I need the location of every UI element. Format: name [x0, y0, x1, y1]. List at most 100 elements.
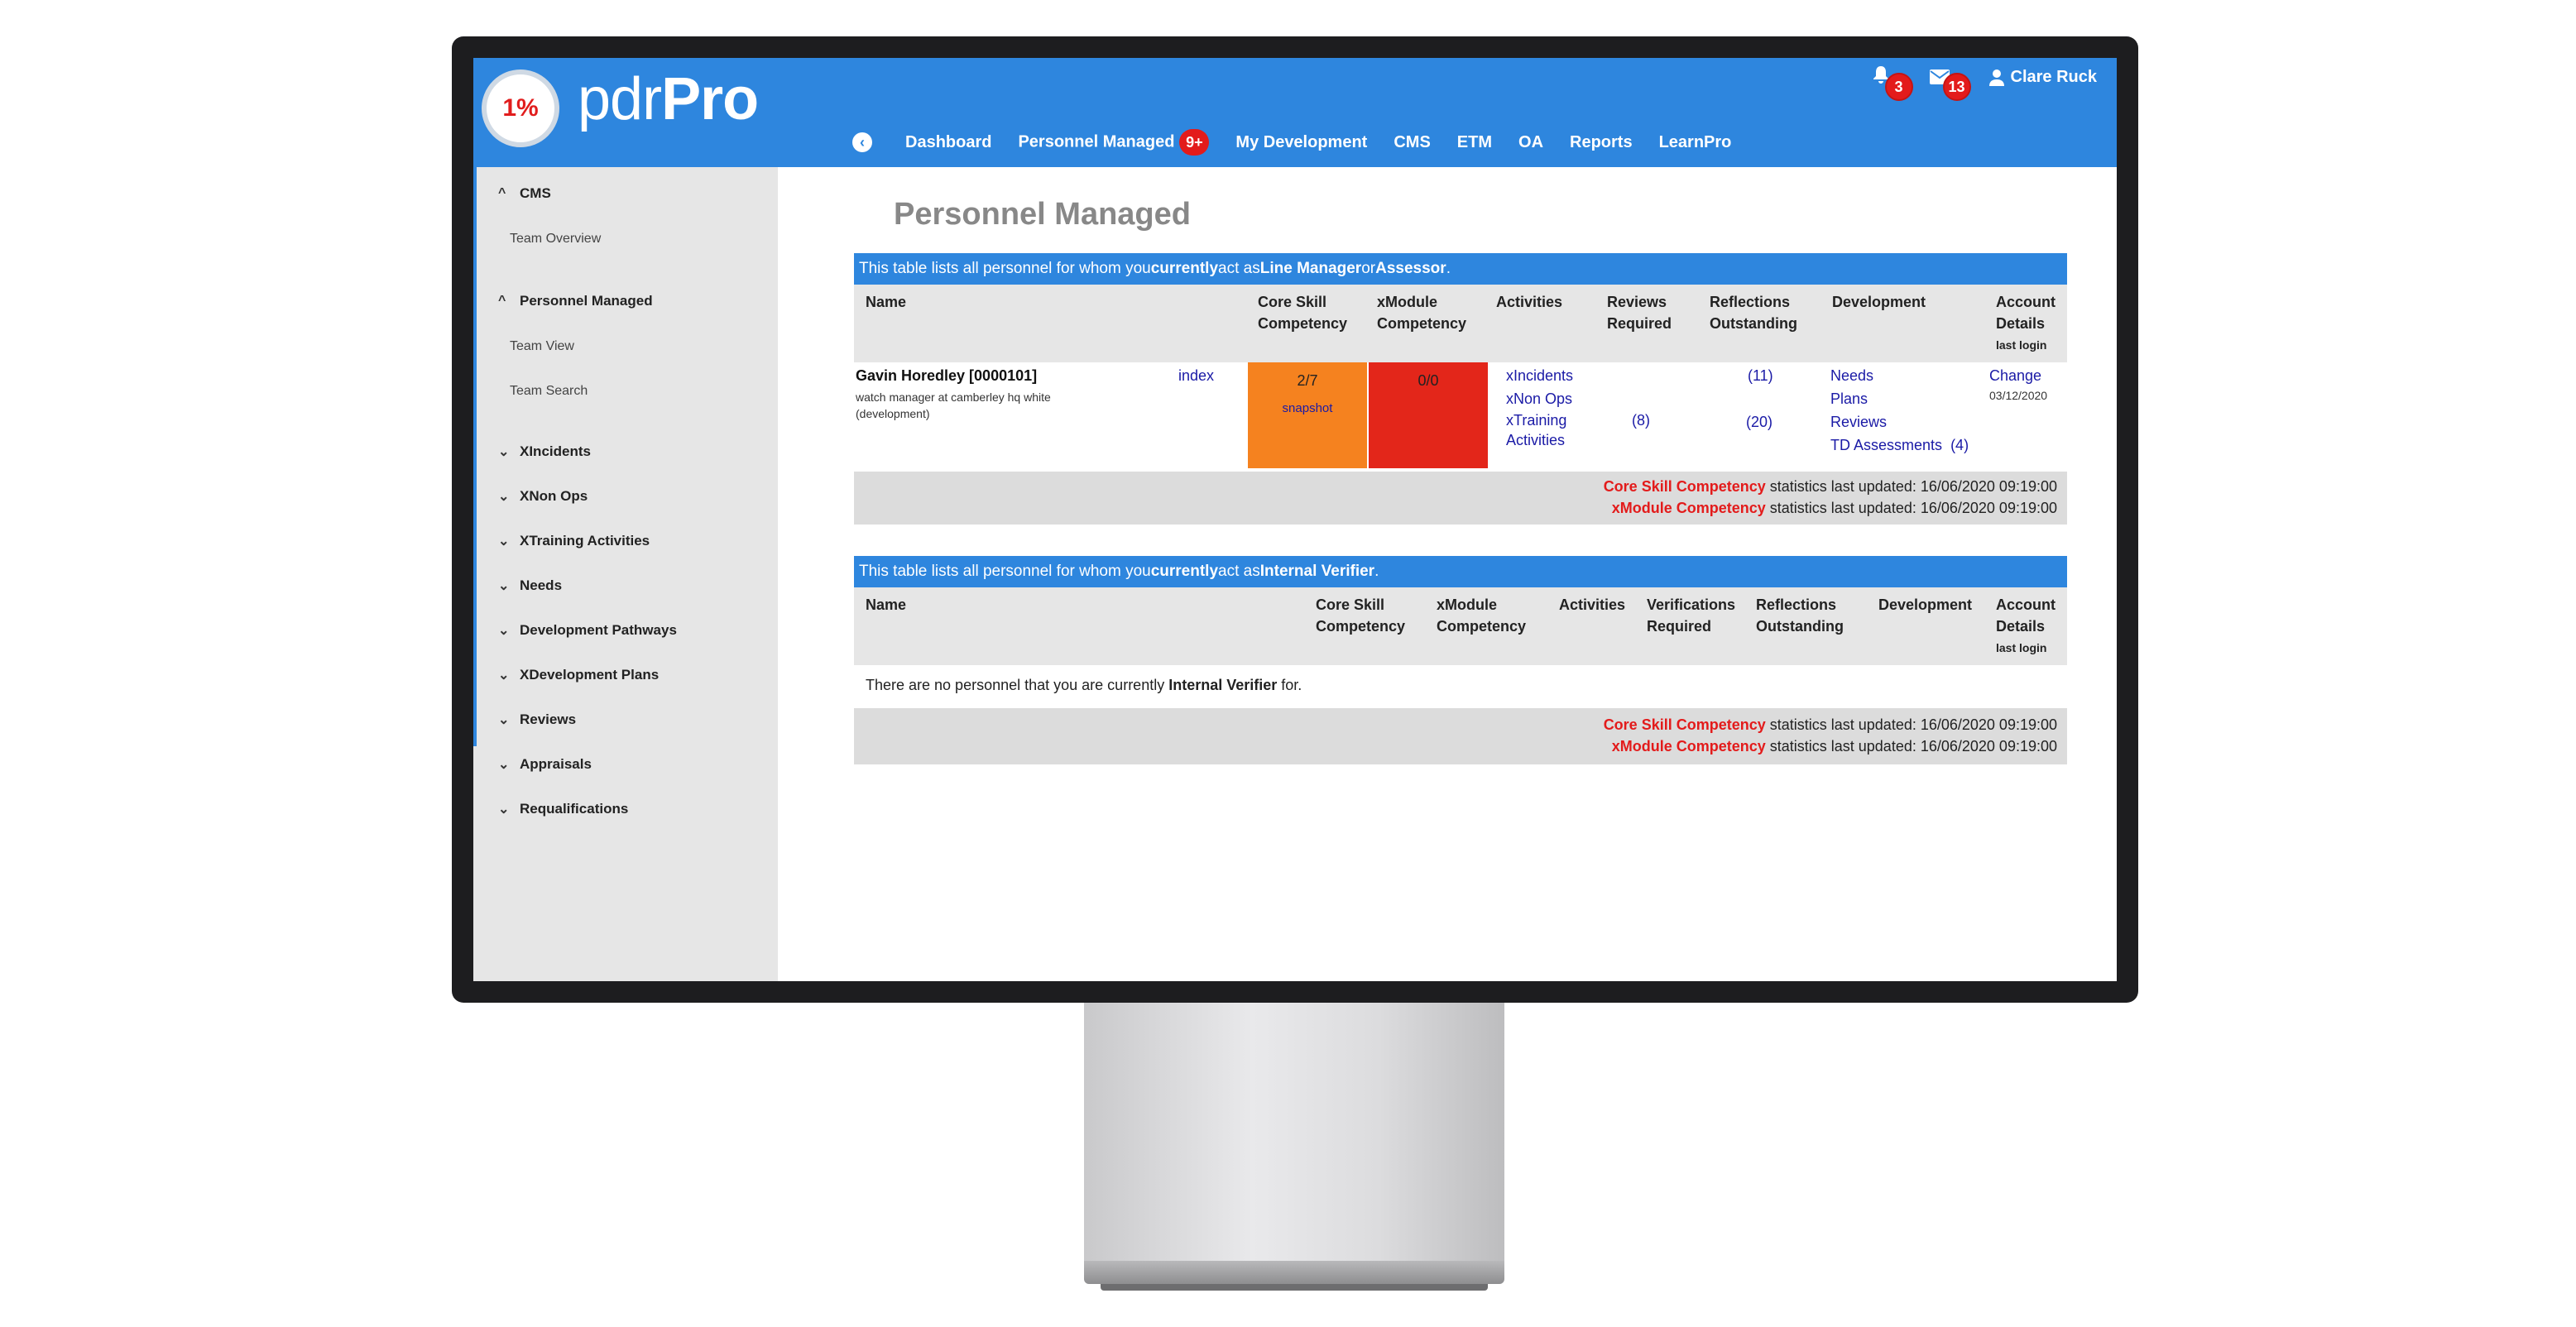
person-role: watch manager at camberley hq white (dev… — [856, 390, 1051, 420]
sidebar-group-label: CMS — [520, 185, 551, 201]
chevron-left-icon[interactable]: ‹ — [852, 132, 872, 152]
col-xmodule: xModule Competency — [1437, 596, 1527, 635]
sidebar-item-team-search[interactable]: Team Search — [510, 384, 588, 399]
caption-text: act as — [1218, 260, 1260, 277]
table-header: Name Core Skill Competency xModule Compe… — [854, 587, 2067, 665]
xmodule-cell[interactable]: 0/0 — [1369, 362, 1488, 468]
dev-td-assessments-link[interactable]: TD Assessments (4) — [1830, 434, 1969, 457]
core-skill-value: 2/7 — [1297, 372, 1318, 389]
sidebar-group-requalifications[interactable]: ⌄ Requalifications — [498, 801, 628, 817]
sidebar-group-personnel-managed[interactable]: ^ Personnel Managed — [498, 293, 653, 309]
col-xmodule: xModule Competency — [1377, 294, 1467, 332]
sidebar-group-label: Needs — [520, 577, 563, 593]
page-title: Personnel Managed — [894, 197, 1191, 232]
snapshot-link[interactable]: snapshot — [1248, 401, 1367, 415]
sidebar-group-cms[interactable]: ^ CMS — [498, 185, 551, 202]
app-logo[interactable]: pdrPro — [578, 66, 759, 132]
dev-plans-link[interactable]: Plans — [1830, 387, 1868, 410]
chevron-down-icon: ⌄ — [498, 534, 510, 549]
sidebar-group-xincidents[interactable]: ⌄ XIncidents — [498, 443, 591, 460]
nav-reports[interactable]: Reports — [1570, 133, 1633, 152]
progress-logo[interactable]: 1% — [482, 69, 559, 147]
sidebar-group-label: Personnel Managed — [520, 293, 653, 309]
sidebar-group-appraisals[interactable]: ⌄ Appraisals — [498, 756, 592, 773]
nav-dashboard[interactable]: Dashboard — [905, 133, 991, 152]
sidebar-group-reviews[interactable]: ⌄ Reviews — [498, 711, 576, 728]
user-name: Clare Ruck — [2010, 68, 2098, 86]
sidebar-group-label: Development Pathways — [520, 622, 677, 638]
empty-text: There are no personnel that you are curr… — [866, 677, 1169, 693]
col-development: Development — [1878, 596, 1973, 613]
caption-text: This table lists all personnel for whom … — [859, 563, 1151, 580]
table-header: Name Core Skill Competency xModule Compe… — [854, 285, 2067, 362]
caption-role: Internal Verifier — [1259, 563, 1375, 580]
index-link[interactable]: index — [1178, 364, 1214, 387]
nav-personnel-managed[interactable]: Personnel Managed 9+ — [1018, 129, 1210, 156]
reviews-count-link[interactable]: (8) — [1632, 409, 1650, 432]
xmodule-stats-line: xModule Competency statistics last updat… — [1612, 738, 2057, 755]
logo-light: pdr — [578, 66, 662, 132]
sidebar-group-xtraining[interactable]: ⌄ XTraining Activities — [498, 533, 650, 549]
chevron-down-icon: ⌄ — [498, 579, 510, 593]
xmodule-value: 0/0 — [1418, 372, 1439, 389]
caption-role: Line Manager — [1259, 260, 1362, 277]
dev-needs-link[interactable]: Needs — [1830, 364, 1873, 387]
user-menu[interactable]: Clare Ruck — [1988, 68, 2098, 87]
account-change-link[interactable]: Change — [1989, 364, 2041, 387]
col-reviews: Reviews Required — [1607, 294, 1672, 332]
xmodule-stats-label: xModule Competency — [1611, 738, 1766, 755]
chevron-down-icon: ⌄ — [498, 713, 510, 727]
internal-verifier-table: This table lists all personnel for whom … — [854, 556, 2067, 764]
nav-my-development[interactable]: My Development — [1235, 133, 1367, 152]
sidebar-group-xdevelopment-plans[interactable]: ⌄ XDevelopment Plans — [498, 667, 659, 683]
dev-reviews-link[interactable]: Reviews — [1830, 410, 1887, 434]
chevron-down-icon: ⌄ — [498, 758, 510, 772]
notifications-button[interactable]: 3 — [1872, 65, 1913, 101]
messages-button[interactable]: 13 — [1929, 65, 1971, 101]
activity-xtraining-link[interactable]: xTraining Activities — [1506, 410, 1589, 450]
stats-footer: Core Skill Competency statistics last up… — [854, 708, 2067, 764]
nav-cms[interactable]: CMS — [1394, 133, 1430, 152]
table-caption: This table lists all personnel for whom … — [854, 253, 2067, 285]
monitor-stand — [1084, 1003, 1504, 1261]
progress-percent: 1% — [502, 94, 539, 122]
nav-oa[interactable]: OA — [1518, 133, 1543, 152]
chevron-down-icon: ⌄ — [498, 445, 510, 459]
col-verifications: Verifications Required — [1647, 596, 1736, 635]
col-name: Name — [866, 596, 907, 613]
activity-xnonops-link[interactable]: xNon Ops — [1506, 387, 1572, 410]
empty-role: Internal Verifier — [1168, 677, 1278, 693]
nav-personnel-label: Personnel Managed — [1018, 132, 1175, 151]
sidebar-group-label: Reviews — [520, 711, 577, 727]
core-stats-label: Core Skill Competency — [1603, 478, 1766, 495]
reflections-link-1[interactable]: (11) — [1748, 364, 1773, 387]
col-development: Development — [1832, 294, 1926, 310]
top-right-actions: 3 13 Clare Ruck — [1872, 65, 2098, 101]
sidebar-item-team-overview[interactable]: Team Overview — [510, 232, 601, 247]
empty-text: for. — [1277, 677, 1302, 693]
sidebar-group-needs[interactable]: ⌄ Needs — [498, 577, 562, 594]
app-screen: 1% pdrPro 3 13 Clare Ruck ‹ Dashboard Pe… — [473, 58, 2117, 981]
sidebar-item-team-view[interactable]: Team View — [510, 339, 574, 354]
core-skill-cell[interactable]: 2/7 snapshot — [1248, 362, 1367, 468]
sidebar-group-xnon-ops[interactable]: ⌄ XNon Ops — [498, 488, 588, 505]
monitor-stand-base — [1084, 1261, 1504, 1291]
xmodule-stats-label: xModule Competency — [1611, 500, 1766, 516]
nav-etm[interactable]: ETM — [1457, 133, 1492, 152]
chevron-down-icon: ⌄ — [498, 490, 510, 504]
col-reflections: Reflections Outstanding — [1756, 596, 1844, 635]
col-reflections: Reflections Outstanding — [1710, 294, 1797, 332]
activity-xincidents-link[interactable]: xIncidents — [1506, 364, 1573, 387]
chevron-down-icon: ⌄ — [498, 624, 510, 638]
reflections-link-2[interactable]: (20) — [1746, 410, 1772, 434]
core-stats-line: Core Skill Competency statistics last up… — [1604, 478, 2057, 496]
caption-bold: currently — [1150, 563, 1219, 580]
sidebar-group-development-pathways[interactable]: ⌄ Development Pathways — [498, 622, 677, 639]
core-stats-label: Core Skill Competency — [1603, 716, 1766, 733]
col-core-skill: Core Skill Competency — [1258, 294, 1348, 332]
nav-learnpro[interactable]: LearnPro — [1659, 133, 1732, 152]
person-name[interactable]: Gavin Horedley [0000101] — [856, 367, 1037, 385]
last-login-date: 03/12/2020 — [1989, 389, 2048, 402]
core-stats-line: Core Skill Competency statistics last up… — [1604, 716, 2057, 734]
chevron-up-icon: ^ — [498, 294, 506, 308]
